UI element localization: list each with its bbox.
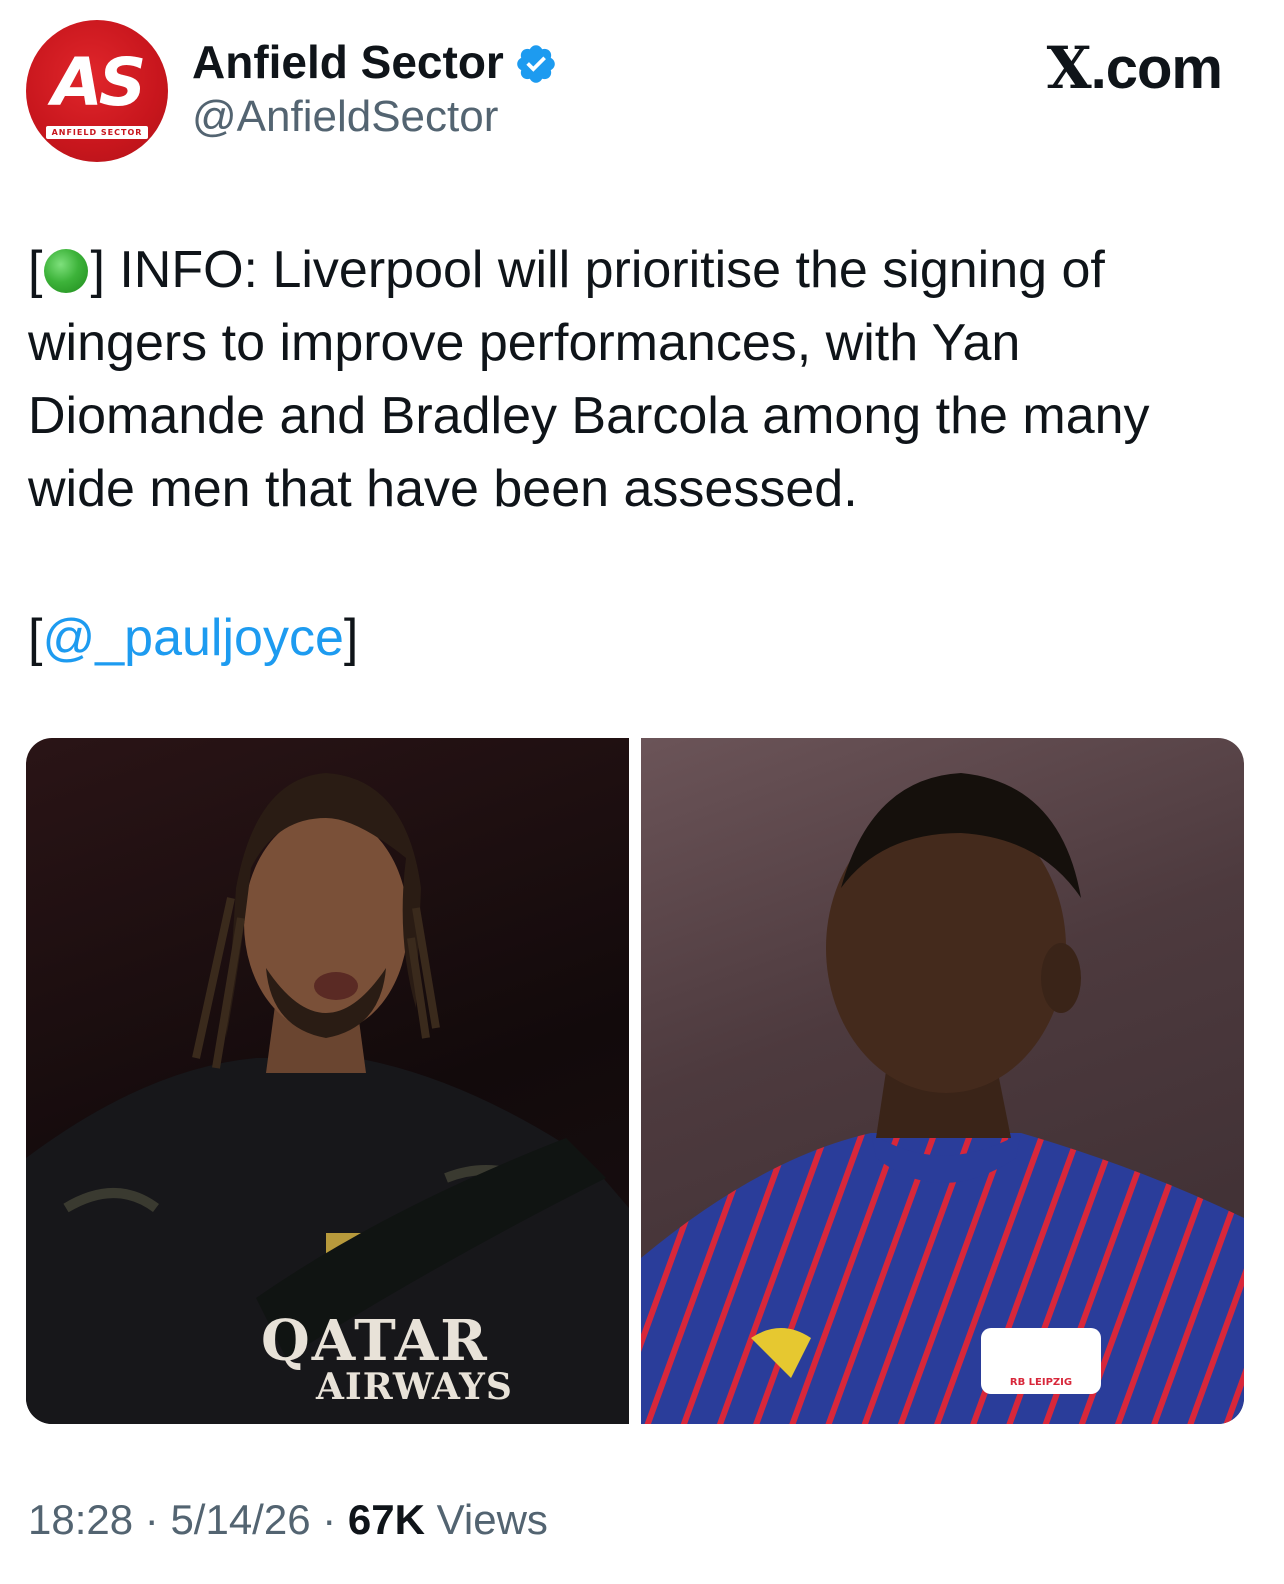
x-logo-icon: X [1046, 34, 1092, 102]
meta-separator-2: · [310, 1496, 348, 1543]
verified-badge-icon [514, 42, 558, 86]
sponsor-line-2: AIRWAYS [316, 1366, 513, 1408]
open-bracket: [ [28, 241, 43, 299]
handle[interactable]: @AnfieldSector [192, 92, 498, 142]
tweet-text: [] INFO: Liverpool will prioritise the s… [28, 234, 1228, 526]
sponsor-line-1: QATAR [261, 1308, 489, 1374]
tweet-body: ] INFO: Liverpool will prioritise the si… [28, 241, 1150, 518]
brand-logo: X.com [1046, 34, 1223, 102]
views-count: 67K [347, 1496, 425, 1543]
source-close-bracket: ] [343, 609, 359, 667]
meta-separator-1: · [133, 1496, 171, 1543]
player-illustration-right [641, 773, 1244, 1424]
brand-domain: .com [1090, 36, 1223, 101]
source-open-bracket: [ [28, 609, 43, 667]
source-mention-link[interactable]: @_pauljoyce [42, 609, 343, 667]
tweet-time[interactable]: 18:28 [28, 1496, 133, 1544]
photo-barcola[interactable]: QATAR AIRWAYS [26, 738, 629, 1424]
display-name[interactable]: Anfield Sector [192, 35, 504, 89]
media-grid: QATAR AIRWAYS RB LEIPZIG [26, 738, 1244, 1424]
display-name-row: Anfield Sector [192, 34, 558, 90]
avatar[interactable]: AS ANFIELD SECTOR [26, 20, 168, 162]
rb-leipzig-badge: RB LEIPZIG [981, 1328, 1101, 1394]
tweet-date[interactable]: 5/14/26 [170, 1496, 310, 1544]
badge-text: RB LEIPZIG [1009, 1377, 1073, 1388]
tweet-card: AS ANFIELD SECTOR Anfield Sector @Anfiel… [0, 0, 1284, 1584]
green-circle-icon [44, 249, 89, 293]
photo-diomande[interactable]: RB LEIPZIG [641, 738, 1244, 1424]
avatar-monogram: AS [51, 43, 147, 121]
avatar-subtext: ANFIELD SECTOR [45, 125, 149, 139]
tweet-meta: 18:28 · 5/14/26 · 67K Views [28, 1496, 548, 1544]
source-line: [@_pauljoyce] [28, 602, 358, 675]
views-label: Views [424, 1496, 548, 1543]
